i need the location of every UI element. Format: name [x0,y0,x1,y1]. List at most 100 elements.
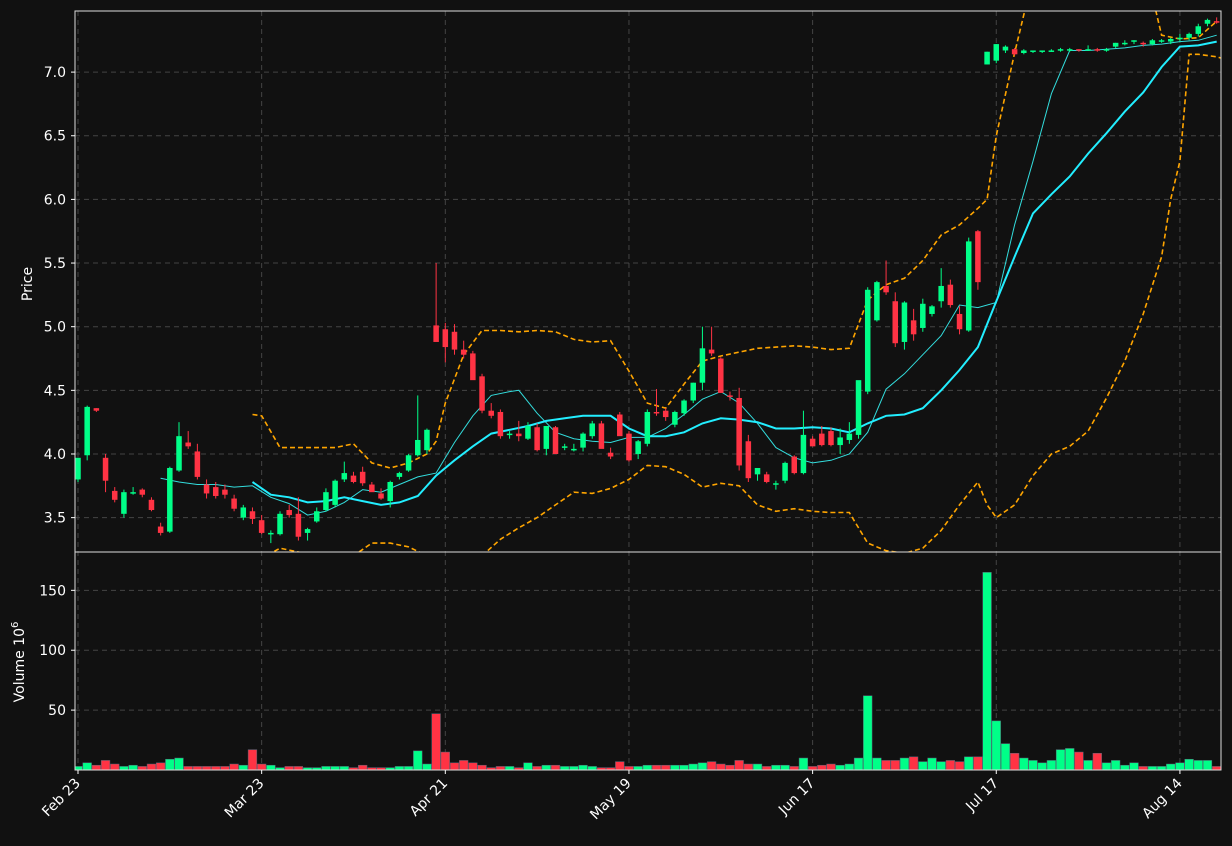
volume-bar [247,749,258,770]
candle-body [258,520,265,533]
volume-bar [899,757,910,770]
volume-bar [257,763,267,770]
candle-body [965,241,972,331]
volume-bar [183,766,193,770]
candle-body [121,492,127,514]
candle-body [1140,42,1146,45]
candle-body [1131,40,1137,42]
candle-body [901,302,908,342]
candle-body [442,329,449,348]
candle-body [727,395,733,397]
candle-body [167,467,173,532]
volume-bar [192,766,202,770]
candle-body [1002,46,1009,51]
candle-body [653,411,660,414]
candle-body [754,467,761,475]
candle-body [433,325,439,342]
candle-body [1085,49,1091,51]
volume-axis-label-text: Volume [12,650,28,702]
volume-bar [266,764,276,770]
candle-body [598,423,605,449]
candle-body [277,513,283,535]
volume-bar [743,763,753,770]
candle-body [506,433,513,436]
volume-bar [1000,743,1011,770]
candle-body [194,451,201,477]
volume-bar [651,764,662,770]
candle-body [332,480,338,505]
volume-bar [706,761,717,770]
price-tick-label: 6.5 [44,129,66,145]
candle-body [240,507,247,518]
candle-body [424,429,430,451]
candle-body [222,489,228,495]
volume-bar [1156,766,1167,770]
volume-bar [1046,760,1056,770]
volume-bar [211,766,221,770]
volume-bar [284,766,294,770]
candle-body [130,492,136,494]
candle-body [212,487,219,496]
candle-body [534,427,540,451]
candle-body [589,423,595,437]
candle-body [1039,50,1045,52]
candle-body [938,285,944,302]
candle-body [846,433,853,440]
volume-bar [100,760,111,770]
candle-body [617,414,623,437]
volume-bar [532,766,542,770]
candle-body [745,441,752,479]
volume-bar [1175,762,1185,770]
candle-body [451,331,458,350]
candle-body [782,462,788,481]
candle-body [378,493,384,499]
volume-bar [358,764,368,770]
volume-bar [431,713,441,770]
candle-body [268,532,274,535]
candle-body [1057,49,1064,51]
candle-body [947,284,954,306]
volume-bar [413,750,423,770]
candle-body [1030,50,1036,52]
volume-bar [1083,760,1093,770]
volume-bar [523,762,533,770]
candle-body [295,513,302,537]
price-tick-label: 7.0 [44,65,66,81]
volume-bar [945,760,955,770]
volume-bar [853,757,864,770]
candle-body [497,411,504,437]
volume-bar [91,764,101,770]
volume-bar [909,756,919,770]
candle-body [1158,40,1165,42]
volume-bar [762,766,772,770]
candle-body [929,306,935,314]
volume-bar [826,763,836,770]
volume-bar [1055,749,1066,770]
volume-bar [725,764,735,770]
volume-bar [339,766,349,770]
volume-bar [156,762,166,770]
volume-bar [844,763,854,770]
candle-body [773,483,779,485]
price-tick-label: 4.0 [44,447,66,463]
volume-bar [835,764,845,770]
volume-bar [550,764,561,770]
volume-bar [128,764,138,770]
candle-body [791,456,798,474]
candle-body [75,457,81,480]
candle-body [415,439,421,456]
volume-bar [449,762,460,770]
candle-body [672,411,678,425]
candle-body [607,452,614,457]
candle-body [571,448,577,451]
volume-bar [504,766,515,770]
volume-bar [587,766,597,770]
volume-bar [1184,758,1194,770]
volume-bar [661,764,671,770]
volume-bar [1074,751,1084,770]
candle-body [809,438,816,447]
candle-body [828,431,834,446]
candle-body [883,285,889,293]
candle-body [1076,49,1082,51]
candle-body [837,437,843,446]
